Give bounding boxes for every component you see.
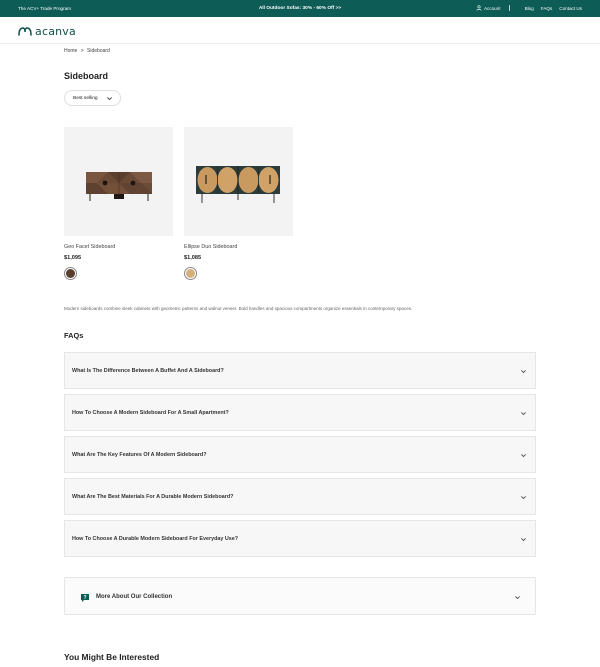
product-price: $1,095: [64, 255, 82, 261]
faq-question: How To Choose A Durable Modern Sideboard…: [72, 536, 239, 542]
account-label: Account: [483, 5, 501, 11]
promo-bar: The ACV+ Trade Program All Outdoor Sofas…: [0, 0, 600, 17]
divider: [508, 5, 510, 11]
chevron-down-icon: [521, 496, 526, 500]
faq-item[interactable]: What Is The Difference Between A Buffet …: [64, 352, 536, 389]
acanva-logo-icon: [18, 27, 32, 36]
collection-description: Modern sideboards combine sleek cabinets…: [64, 306, 413, 311]
faq-question: How To Choose A Modern Sideboard For A S…: [72, 410, 229, 416]
faq-question: What Is The Difference Between A Buffet …: [72, 368, 224, 374]
faq-item[interactable]: How To Choose A Durable Modern Sideboard…: [64, 520, 536, 557]
product-card[interactable]: Ellipse Duo Sideboard $1,085: [184, 127, 293, 280]
faq-item[interactable]: What Are The Key Features Of A Modern Si…: [64, 436, 536, 473]
breadcrumb-current: Sideboard: [87, 48, 110, 54]
product-name[interactable]: Geo Facet Sideboard: [64, 244, 173, 250]
faq-item[interactable]: How To Choose A Modern Sideboard For A S…: [64, 394, 536, 431]
color-swatch[interactable]: [184, 267, 197, 280]
product-image[interactable]: [64, 127, 173, 236]
account-link[interactable]: Account: [476, 5, 501, 11]
question-chat-icon: ?: [81, 594, 89, 602]
chevron-down-icon: [521, 412, 526, 416]
chevron-down-icon: [521, 538, 526, 542]
contact-us-link[interactable]: Contact Us: [559, 6, 582, 11]
faq-question: What Are The Key Features Of A Modern Si…: [72, 452, 207, 458]
chevron-down-icon: [521, 370, 526, 374]
top-links: Account Blog FAQs Contact Us: [476, 5, 582, 11]
logo-text: acanva: [35, 25, 76, 38]
chevron-down-icon: [521, 454, 526, 458]
faqs-link[interactable]: FAQs: [541, 6, 553, 11]
user-icon: [476, 5, 482, 11]
svg-text:?: ?: [83, 595, 86, 601]
product-name[interactable]: Ellipse Duo Sideboard: [184, 244, 293, 250]
sort-selected: Best selling: [73, 95, 98, 101]
site-header: acanva: [0, 17, 600, 44]
product-image[interactable]: [184, 127, 293, 236]
section-title-interested: You Might Be Interested: [64, 652, 160, 662]
blog-link[interactable]: Blog: [525, 6, 534, 11]
faq-title: FAQs: [64, 331, 84, 340]
faq-item[interactable]: What Are The Best Materials For A Durabl…: [64, 478, 536, 515]
sort-dropdown[interactable]: Best selling: [64, 90, 121, 106]
more-about-collection[interactable]: ? More About Our Collection: [64, 577, 536, 615]
more-about-label: More About Our Collection: [96, 594, 173, 600]
breadcrumb-home[interactable]: Home: [64, 48, 77, 54]
breadcrumb-separator: >: [80, 48, 84, 54]
breadcrumb: Home > Sideboard: [64, 48, 110, 54]
logo[interactable]: acanva: [18, 25, 76, 38]
faq-question: What Are The Best Materials For A Durabl…: [72, 494, 234, 500]
product-card[interactable]: Geo Facet Sideboard $1,095: [64, 127, 173, 280]
chevron-down-icon: [107, 97, 112, 101]
page-title: Sideboard: [64, 71, 109, 81]
color-swatch[interactable]: [64, 267, 77, 280]
chevron-down-icon: [515, 596, 520, 600]
product-price: $1,085: [184, 255, 202, 261]
